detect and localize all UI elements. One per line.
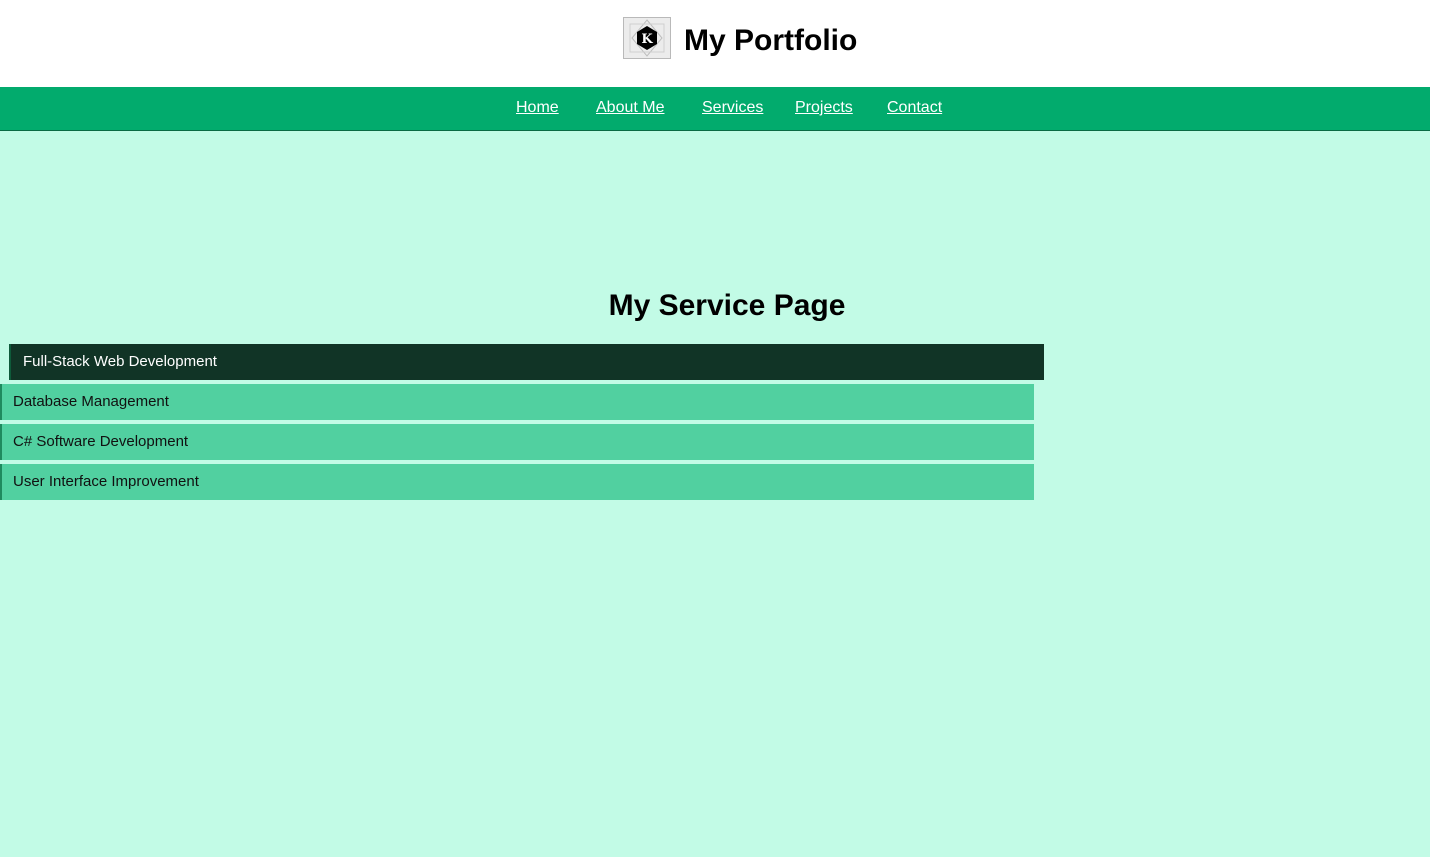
nav-link-about-me[interactable]: About Me bbox=[596, 99, 664, 117]
service-tab-database[interactable]: Database Management bbox=[0, 384, 1034, 420]
service-tab-full-stack[interactable]: Full-Stack Web Development bbox=[9, 344, 1044, 380]
service-tab-ui-improvement[interactable]: User Interface Improvement bbox=[0, 464, 1034, 500]
nav-link-projects[interactable]: Projects bbox=[795, 99, 853, 117]
nav-link-services[interactable]: Services bbox=[702, 99, 763, 117]
svg-text:K: K bbox=[641, 32, 653, 47]
service-tab-csharp[interactable]: C# Software Development bbox=[0, 424, 1034, 460]
logo-icon[interactable]: K bbox=[623, 17, 671, 59]
site-title: My Portfolio bbox=[684, 24, 858, 57]
site-header: K My Portfolio bbox=[0, 0, 1430, 87]
nav-link-home[interactable]: Home bbox=[516, 99, 559, 117]
main-navigation: Home About Me Services Projects Contact bbox=[0, 87, 1430, 131]
nav-link-contact[interactable]: Contact bbox=[887, 99, 942, 117]
page-title: My Service Page bbox=[608, 289, 846, 322]
